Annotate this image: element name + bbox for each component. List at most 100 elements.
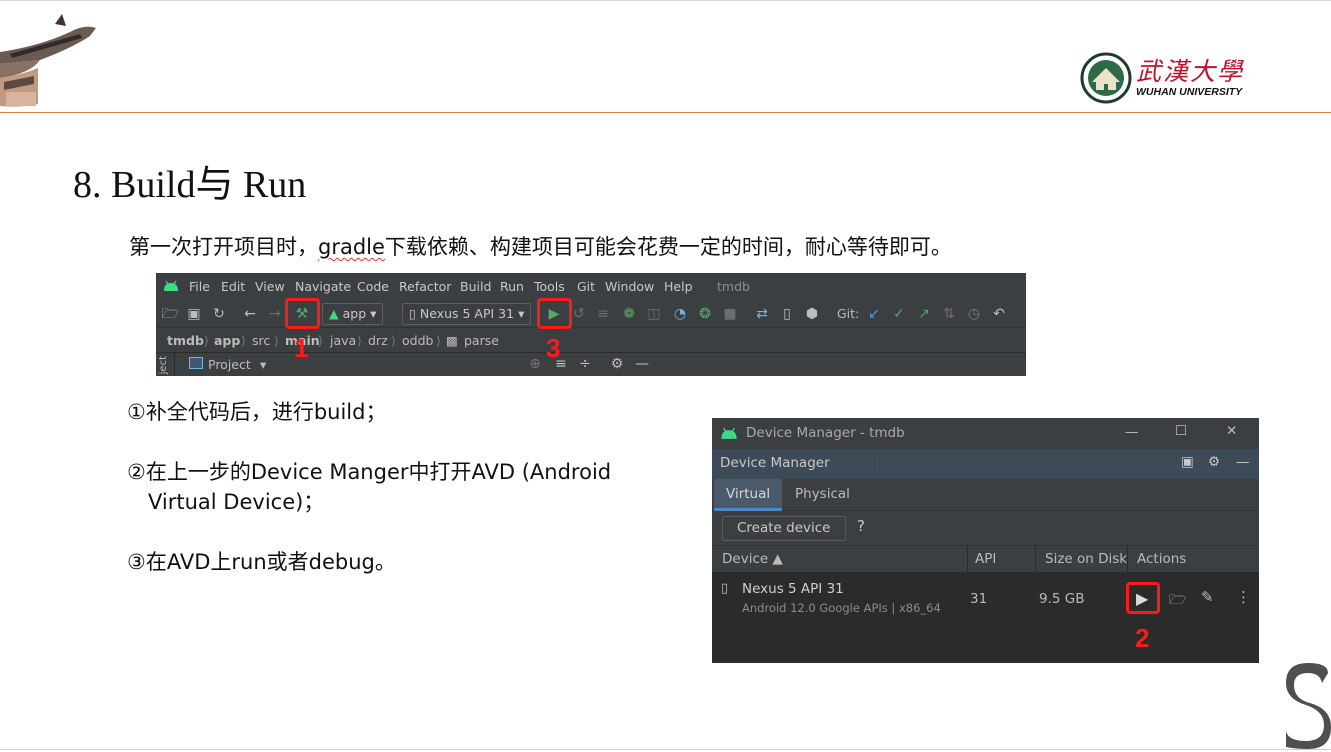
gear-icon[interactable]: ⚙: [1208, 454, 1220, 470]
chevron-down-icon: ▾: [518, 306, 525, 321]
phone-icon: ▯: [721, 581, 729, 596]
device-label: Nexus 5 API 31: [419, 306, 515, 321]
menu-help[interactable]: Help: [664, 279, 693, 294]
column-separator: [1035, 546, 1036, 573]
menu-tools[interactable]: Tools: [534, 279, 565, 294]
tab-virtual[interactable]: Virtual: [714, 479, 783, 511]
divider: [174, 353, 175, 376]
menu-refactor[interactable]: Refactor: [399, 279, 451, 294]
create-device-button[interactable]: Create device: [722, 516, 846, 541]
git-compare-icon[interactable]: ⇅: [940, 305, 958, 323]
git-push-icon[interactable]: ↗: [915, 305, 933, 323]
university-seal-icon: [1080, 52, 1132, 104]
minimize-icon[interactable]: —: [633, 355, 651, 373]
breadcrumb-app[interactable]: app: [214, 333, 240, 348]
menu-bar: File Edit View Navigate Code Refactor Bu…: [156, 273, 1026, 300]
folder-icon[interactable]: 🗁: [1169, 589, 1186, 613]
menu-build[interactable]: Build: [460, 279, 491, 294]
column-separator: [967, 546, 968, 573]
git-history-icon[interactable]: ◷: [965, 305, 983, 323]
logo-english-text: WUHAN UNIVERSITY: [1136, 86, 1243, 98]
back-arrow-icon[interactable]: ←: [241, 305, 259, 323]
apply-code-changes-icon[interactable]: ≡: [594, 305, 612, 323]
float-window-icon[interactable]: ▣: [1181, 454, 1194, 470]
folder-icon: ▩: [446, 333, 458, 348]
gradle-sync-icon[interactable]: ⇄: [753, 305, 771, 323]
gear-icon[interactable]: ⚙: [608, 355, 626, 373]
forward-arrow-icon[interactable]: →: [266, 305, 284, 323]
profiler-icon[interactable]: ◔: [671, 305, 689, 323]
android-icon: [721, 427, 737, 439]
column-api[interactable]: API: [975, 551, 996, 567]
menu-file[interactable]: File: [189, 279, 210, 294]
help-icon[interactable]: ?: [857, 517, 865, 535]
sync-icon[interactable]: ↻: [210, 305, 228, 323]
device-manager-window: Device Manager - tmdb — ☐ ✕ Device Manag…: [712, 418, 1259, 663]
callout-1: 1: [294, 333, 309, 363]
university-logo: 武漢大學 WUHAN UNIVERSITY: [1080, 50, 1250, 106]
debug-bug-icon[interactable]: ❁: [620, 305, 638, 323]
menu-code[interactable]: Code: [357, 279, 389, 294]
intro-suffix: 下载依赖、构建项目可能会花费一定的时间，耐心等待即可。: [384, 235, 952, 259]
open-folder-icon[interactable]: 🗁: [161, 305, 179, 323]
git-commit-icon[interactable]: ✓: [890, 305, 908, 323]
minimize-window-icon[interactable]: —: [1125, 424, 1139, 440]
collapse-all-icon[interactable]: ÷: [576, 355, 594, 373]
coverage-icon[interactable]: ◫: [645, 305, 663, 323]
callout-2: 2: [1135, 623, 1150, 653]
project-tool-window-header: ject Project ▾ ⊕ ≡ ÷ ⚙ —: [156, 353, 1026, 376]
column-size[interactable]: Size on Disk: [1045, 551, 1127, 567]
corner-s-logo: [1286, 663, 1331, 749]
breadcrumb-parse[interactable]: parse: [464, 333, 499, 348]
apply-changes-icon[interactable]: ↺: [570, 305, 588, 323]
sdk-manager-icon[interactable]: ⬢: [803, 305, 821, 323]
breadcrumb-oddb[interactable]: oddb: [402, 333, 433, 348]
table-row[interactable]: ▯ Nexus 5 API 31 Android 12.0 Google API…: [712, 574, 1259, 622]
window-title: Device Manager - tmdb: [746, 425, 905, 441]
chevron-down-icon: ▾: [370, 306, 377, 321]
step-3: ③在AVD上run或者debug。: [127, 550, 396, 574]
breadcrumb-separator: ⟩: [241, 333, 246, 348]
device-manager-icon[interactable]: ▯: [778, 305, 796, 323]
menu-git[interactable]: Git: [577, 279, 595, 294]
phone-icon: ▯: [409, 306, 416, 321]
menu-view[interactable]: View: [255, 279, 285, 294]
breadcrumb-drz[interactable]: drz: [368, 333, 388, 348]
breadcrumb-src[interactable]: src: [252, 333, 270, 348]
minimize-icon[interactable]: —: [1236, 454, 1250, 470]
more-vertical-icon[interactable]: ⋮: [1236, 588, 1251, 606]
menu-run[interactable]: Run: [500, 279, 524, 294]
git-update-icon[interactable]: ↙: [865, 305, 883, 323]
rollback-icon[interactable]: ↶: [990, 305, 1008, 323]
launch-button-highlight: [1126, 582, 1160, 614]
project-tab-label[interactable]: Project: [208, 357, 251, 372]
breadcrumb: tmdb ⟩ app ⟩ src ⟩ main ⟩ java ⟩ drz ⟩ o…: [156, 329, 1026, 353]
chevron-down-icon[interactable]: ▾: [260, 357, 266, 372]
pagoda-roof-image: [0, 14, 96, 107]
run-config-label: app: [342, 306, 367, 321]
callout-3: 3: [546, 333, 561, 363]
tab-physical[interactable]: Physical: [783, 479, 862, 511]
run-config-select[interactable]: ▲ app ▾: [322, 303, 384, 325]
menu-window[interactable]: Window: [605, 279, 654, 294]
breadcrumb-java[interactable]: java: [330, 333, 356, 348]
device-size: 9.5 GB: [1039, 591, 1085, 607]
breadcrumb-separator: ⟩: [391, 333, 396, 348]
column-actions[interactable]: Actions: [1137, 551, 1186, 567]
locate-icon[interactable]: ⊕: [526, 355, 544, 373]
menu-edit[interactable]: Edit: [221, 279, 245, 294]
close-window-icon[interactable]: ✕: [1226, 423, 1237, 439]
menu-navigate[interactable]: Navigate: [295, 279, 351, 294]
project-name: tmdb: [717, 279, 750, 294]
tab-bar: Virtual Physical: [712, 479, 1259, 511]
breadcrumb-tmdb[interactable]: tmdb: [167, 333, 204, 348]
device-select[interactable]: ▯ Nexus 5 API 31 ▾: [402, 303, 532, 325]
save-icon[interactable]: ▣: [185, 305, 203, 323]
stop-icon[interactable]: ■: [721, 305, 739, 323]
attach-debugger-icon[interactable]: ❂: [696, 305, 714, 323]
run-button-highlight: [537, 298, 572, 329]
column-device[interactable]: Device ▲: [722, 551, 783, 567]
project-side-tab[interactable]: ject: [158, 356, 169, 374]
edit-pencil-icon[interactable]: ✎: [1201, 588, 1214, 606]
maximize-window-icon[interactable]: ☐: [1175, 423, 1187, 439]
